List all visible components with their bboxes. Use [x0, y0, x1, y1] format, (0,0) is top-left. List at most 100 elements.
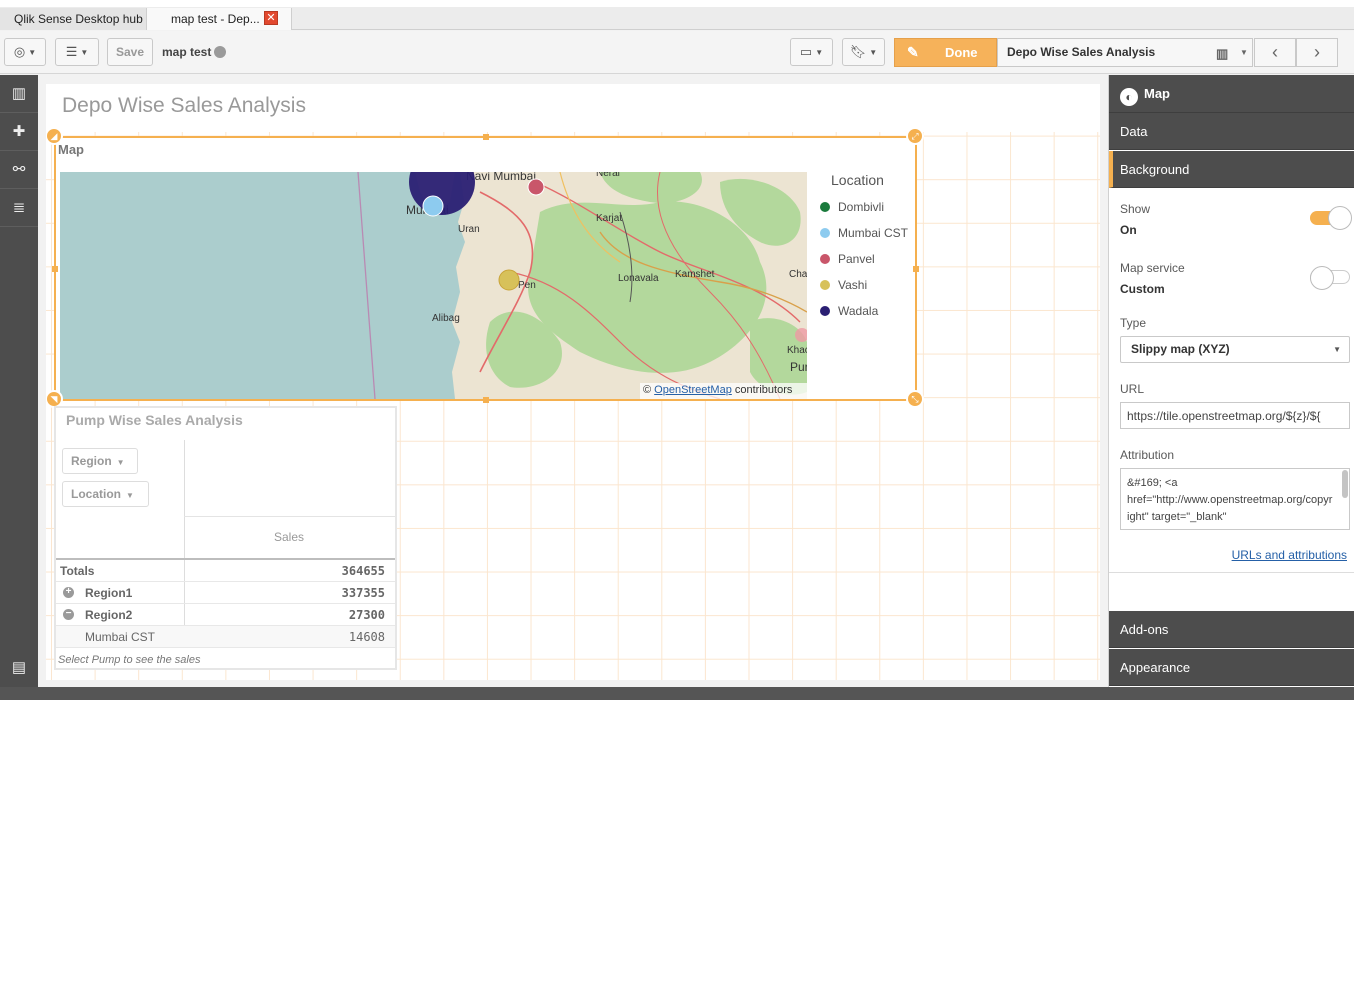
compass-icon: ◎ [13, 44, 26, 59]
properties-header: ◐ Map [1109, 75, 1354, 113]
save-button[interactable]: Save [107, 38, 153, 66]
legend-item-mumbai-cst[interactable]: Mumbai CST [820, 226, 908, 242]
sheet-icon: ▥ [1216, 46, 1229, 61]
previous-sheet-button[interactable]: ‹ [1254, 38, 1296, 67]
section-data[interactable]: Data [1109, 113, 1354, 150]
pencil-icon: ✎ [907, 44, 919, 60]
map-bubble-mumbai-cst[interactable] [422, 195, 444, 217]
done-editing-button[interactable]: ✎ Done [894, 38, 997, 67]
section-appearance[interactable]: Appearance [1109, 649, 1354, 686]
resize-handle-bottom[interactable] [483, 397, 489, 403]
tab-bar: Qlik Sense Desktop hub map test - Dep...… [0, 0, 1354, 30]
qlik-sense-desktop-window: Qlik Sense Desktop hub map test - Dep...… [0, 0, 1354, 700]
type-dropdown[interactable]: Slippy map (XYZ) ▼ [1120, 336, 1350, 363]
map-bubble-panvel[interactable] [527, 178, 545, 196]
globe-icon [214, 46, 227, 58]
table-row[interactable]: + Region1 337355 [56, 582, 395, 604]
script-icon[interactable]: ▤ [6, 655, 32, 681]
map-view[interactable]: Navi Mumbai Neral Mumbai Karjat Uran Lon… [60, 172, 807, 399]
chevron-down-icon: ▼ [1333, 345, 1341, 354]
show-toggle[interactable] [1310, 206, 1352, 230]
map-place-label: Khac [787, 345, 807, 356]
table-row-totals: Totals 364655 [56, 560, 395, 582]
bookmarks-button[interactable]: 🔖︎ ▼ [842, 38, 885, 66]
table-row[interactable]: Mumbai CST 14608 [56, 626, 395, 648]
type-label: Type [1120, 316, 1147, 330]
chevron-down-icon: ▼ [126, 491, 134, 500]
database-icon[interactable]: ≣ [6, 195, 32, 221]
map-service-label: Map service [1120, 261, 1185, 275]
pivot-title: Pump Wise Sales Analysis [66, 412, 243, 428]
chevron-down-icon: ▼ [80, 47, 89, 57]
chevron-left-icon: ‹ [1272, 42, 1278, 62]
pivot-table-object[interactable]: Pump Wise Sales Analysis Region ▼ Locatio… [54, 406, 397, 670]
map-place-label: Pur [790, 360, 807, 374]
chevron-right-icon: › [1314, 42, 1320, 62]
globe-icon: ◐ [1120, 88, 1138, 106]
map-place-label: Alibag [432, 313, 460, 324]
app-name: map test [162, 45, 227, 59]
urls-and-attributions-link[interactable]: URLs and attributions [1232, 548, 1347, 562]
map-bubble-vashi[interactable] [498, 269, 520, 291]
map-place-label: Uran [458, 224, 480, 235]
resize-handle-bottom-right[interactable]: ⤡ [906, 390, 924, 408]
extensions-icon[interactable]: ✚ [6, 119, 32, 145]
dimension-chip-region[interactable]: Region ▼ [62, 448, 138, 474]
bookmark-icon: 🔖︎ [849, 44, 867, 59]
legend-item-vashi[interactable]: Vashi [820, 278, 867, 294]
storytelling-button[interactable]: ▭ ▼ [790, 38, 833, 66]
toolbar: ◎ ▼ ☰ ▼ Save map test ▭ ▼ 🔖︎ ▼ ✎ Done Depo W… [0, 31, 1354, 74]
measure-header-sales[interactable]: Sales [274, 530, 304, 544]
map-place-label: Neral [596, 172, 620, 179]
link-icon[interactable]: ⚯ [6, 157, 32, 183]
global-menu-button[interactable]: ☰ ▼ [55, 38, 99, 66]
status-strip [0, 687, 1354, 700]
properties-panel: ◐ Map Data Background Show On Map service… [1108, 75, 1354, 687]
map-service-toggle[interactable] [1310, 266, 1350, 290]
expand-icon[interactable]: + [63, 587, 74, 598]
navigation-menu-button[interactable]: ◎ ▼ [4, 38, 46, 66]
assets-panel-rail: ▥ ✚ ⚯ ≣ ▤ [0, 75, 38, 687]
map-tiles[interactable]: Navi Mumbai Neral Mumbai Karjat Uran Lon… [60, 172, 807, 399]
resize-handle-top-right[interactable]: ⤢ [906, 127, 924, 145]
openstreetmap-link[interactable]: OpenStreetMap [654, 384, 732, 396]
map-place-label: Karjat [596, 213, 622, 224]
table-row[interactable]: − Region2 27300 [56, 604, 395, 626]
close-tab-icon[interactable]: ✕ [264, 11, 278, 25]
show-value: On [1120, 223, 1137, 237]
map-object[interactable]: Map Navi Mumbai Neral Karjat Uran Lonava… [46, 127, 924, 408]
section-background[interactable]: Background [1109, 151, 1354, 188]
tab-hub[interactable]: Qlik Sense Desktop hub [0, 8, 147, 30]
legend-item-wadala[interactable]: Wadala [820, 304, 878, 320]
charts-icon[interactable]: ▥ [6, 81, 32, 107]
attribution-textarea[interactable]: &#169; <a href="http://www.openstreetmap… [1120, 468, 1350, 530]
show-label: Show [1120, 202, 1151, 216]
pivot-footnote: Select Pump to see the sales [58, 654, 201, 666]
map-place-label: Cha [789, 269, 807, 280]
map-place-label: Lonavala [618, 273, 659, 284]
collapse-icon[interactable]: − [63, 609, 74, 620]
resize-handle-left[interactable] [52, 266, 58, 272]
list-icon: ☰ [65, 44, 78, 59]
chevron-down-icon: ▼ [28, 47, 37, 57]
map-place-label: Navi Mumbai [466, 172, 536, 183]
map-attribution: © OpenStreetMap contributors [643, 384, 793, 396]
sheet-selector[interactable]: Depo Wise Sales Analysis ▥ ▼ [997, 38, 1253, 67]
legend-item-panvel[interactable]: Panvel [820, 252, 875, 268]
map-place-label: Kamshet [675, 269, 715, 280]
url-input[interactable] [1120, 402, 1350, 429]
legend-title: Location [831, 172, 884, 188]
sheet-title[interactable]: Depo Wise Sales Analysis [62, 94, 306, 118]
dimension-chip-location[interactable]: Location ▼ [62, 481, 149, 507]
legend-item-dombivli[interactable]: Dombivli [820, 200, 884, 216]
chevron-down-icon: ▼ [1240, 48, 1248, 57]
url-label: URL [1120, 382, 1145, 396]
attribution-scrollbar[interactable] [1342, 470, 1348, 498]
next-sheet-button[interactable]: › [1296, 38, 1338, 67]
resize-handle-right[interactable] [913, 266, 919, 272]
resize-handle-top[interactable] [483, 134, 489, 140]
attribution-label: Attribution [1120, 448, 1175, 462]
section-addons[interactable]: Add-ons [1109, 611, 1354, 648]
chevron-down-icon: ▼ [815, 47, 824, 57]
map-service-value: Custom [1120, 282, 1165, 296]
